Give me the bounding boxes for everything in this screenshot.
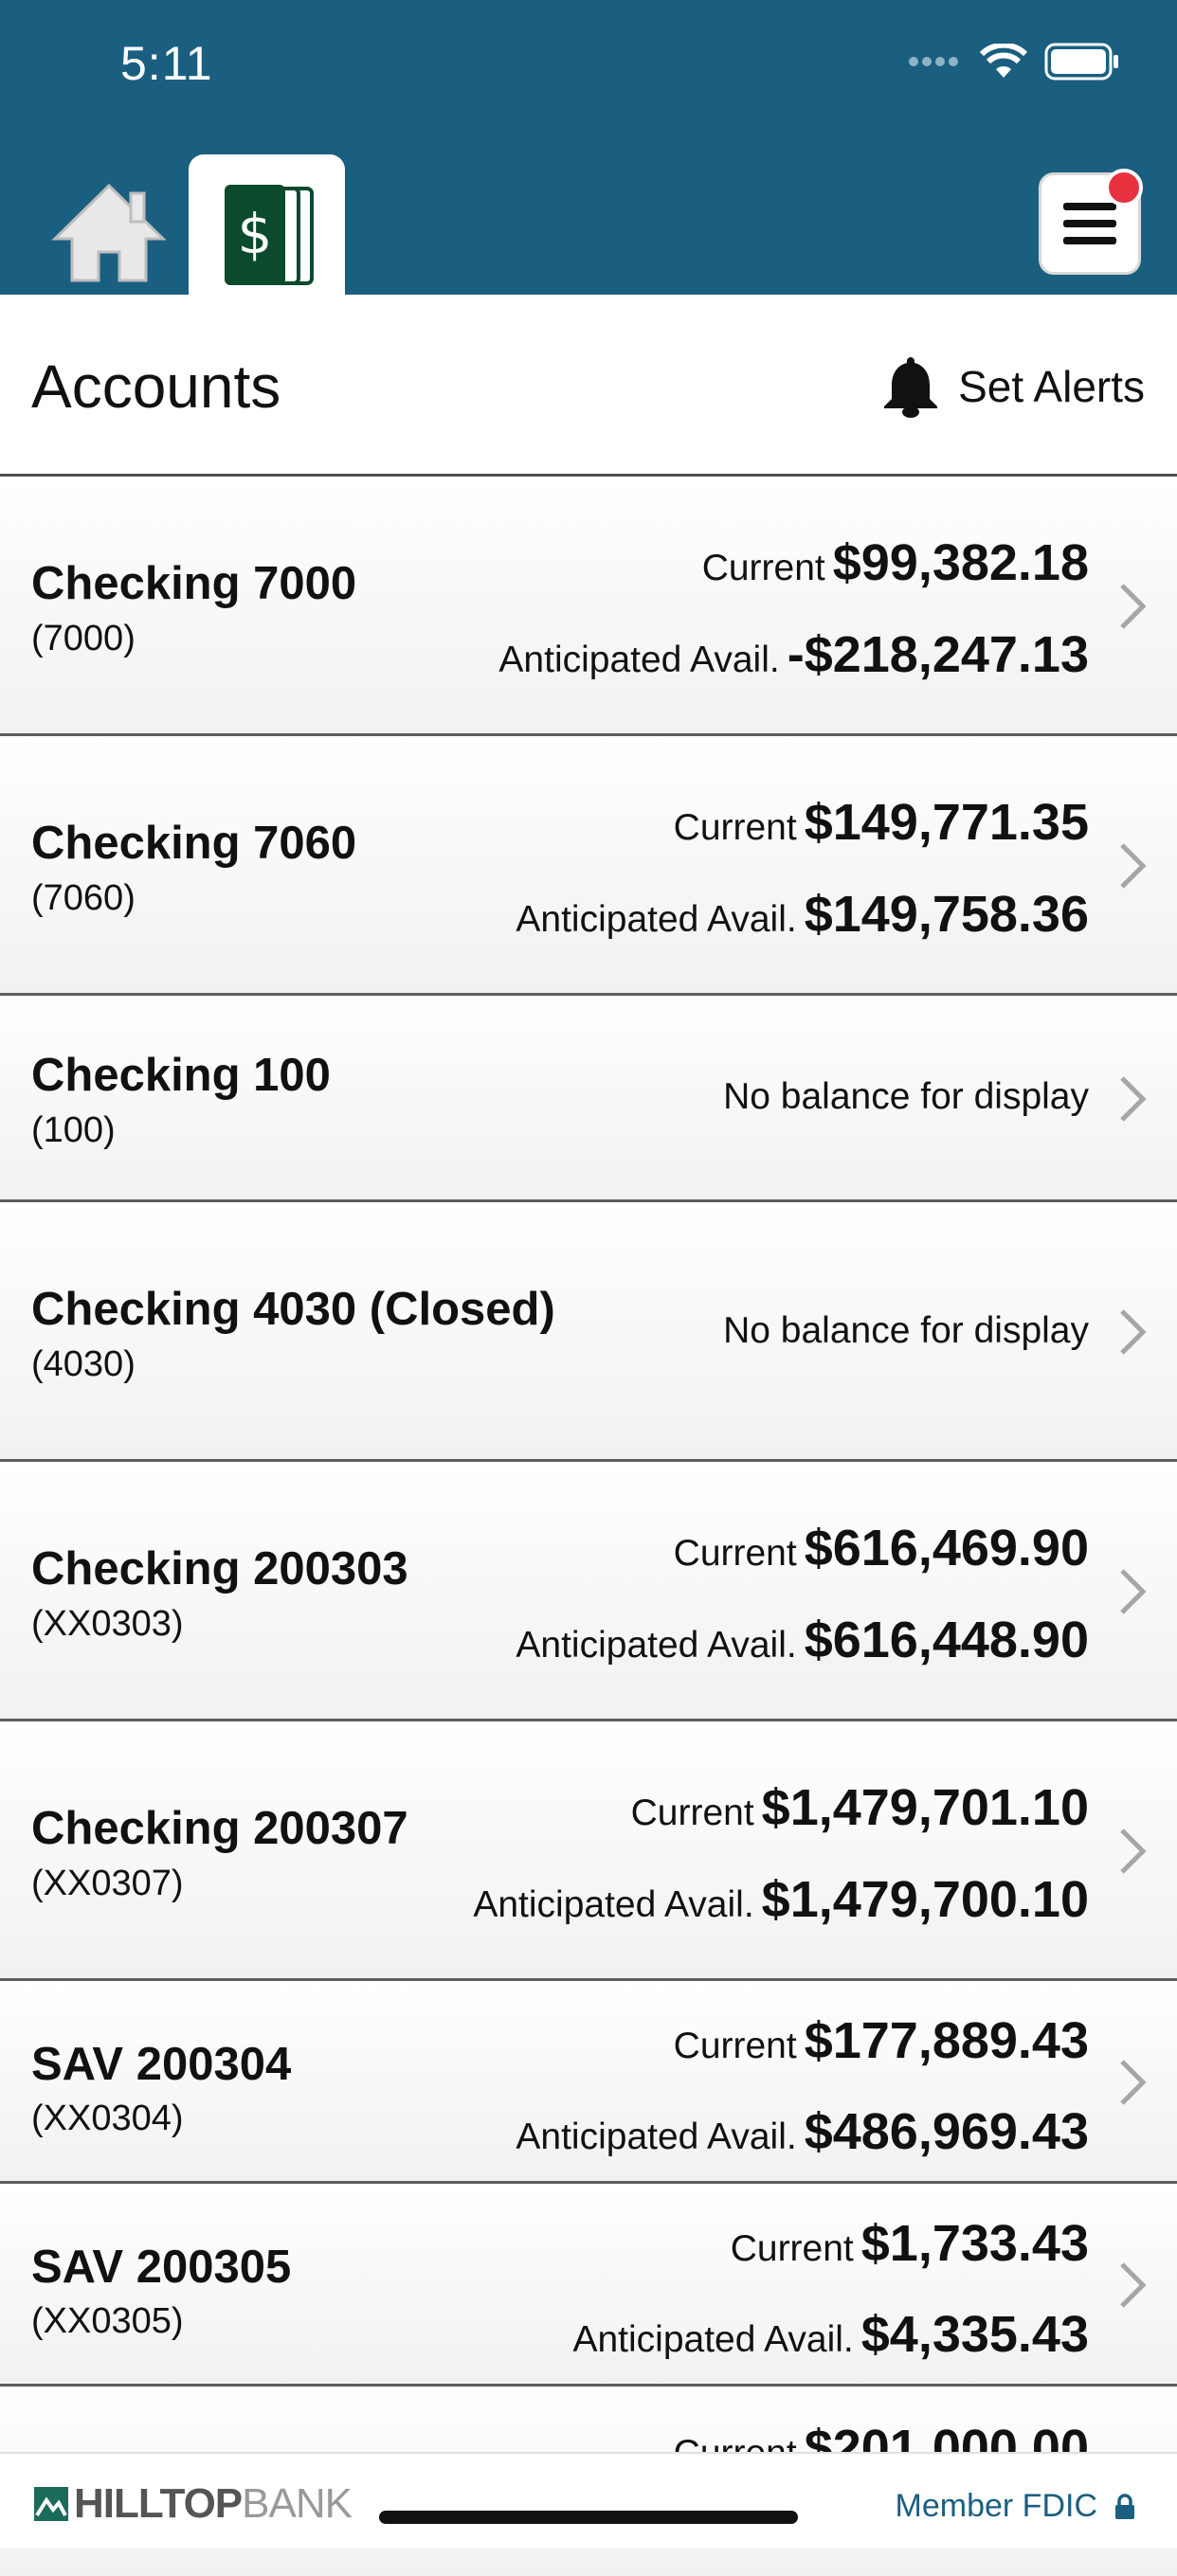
account-row-checking-7060[interactable]: Checking 7060 (7060) Current $149,771.35…	[0, 736, 1177, 996]
account-name: Checking 4030 (Closed)	[31, 1284, 555, 1335]
account-name: Checking 7000	[31, 558, 357, 609]
current-balance: Current $177,889.43	[674, 2011, 1089, 2070]
hilltop-logo-icon	[34, 2487, 68, 2521]
chevron-right-icon	[1120, 1569, 1147, 1614]
current-amount: $99,382.18	[832, 534, 1089, 591]
account-name: Checking 200303	[31, 1543, 408, 1594]
current-label: Current	[730, 2228, 854, 2269]
account-name: Checking 100	[31, 1050, 331, 1101]
anticipated-label: Anticipated Avail.	[516, 2117, 797, 2157]
account-row-checking-100[interactable]: Checking 100 (100) No balance for displa…	[0, 996, 1177, 1202]
set-alerts-label: Set Alerts	[958, 362, 1145, 411]
signal-icon	[909, 57, 958, 66]
anticipated-amount: $149,758.36	[804, 886, 1089, 943]
account-number: (7060)	[31, 878, 136, 918]
no-balance-text: No balance for display	[723, 1076, 1089, 1117]
menu-icon	[1063, 203, 1116, 244]
account-number: (XX0305)	[31, 2301, 184, 2341]
current-balance: Current $1,733.43	[731, 2214, 1089, 2273]
current-label: Current	[673, 2026, 797, 2066]
account-row-sav-200305[interactable]: SAV 200305 (XX0305) Current $1,733.43 An…	[0, 2184, 1177, 2387]
status-icons	[908, 42, 1120, 81]
account-row-sav-200304[interactable]: SAV 200304 (XX0304) Current $177,889.43 …	[0, 1981, 1177, 2184]
page-title: Accounts	[31, 352, 281, 421]
anticipated-balance: Anticipated Avail. $4,335.43	[572, 2305, 1089, 2364]
account-name: Checking 7060	[31, 818, 357, 869]
home-indicator[interactable]	[379, 2511, 798, 2524]
lock-icon	[1115, 2493, 1134, 2519]
current-label: Current	[673, 1533, 797, 1574]
anticipated-amount: $1,479,700.10	[761, 1871, 1089, 1928]
current-balance: Current $1,479,701.10	[631, 1778, 1089, 1837]
anticipated-amount: -$218,247.13	[787, 626, 1089, 683]
status-time: 5:11	[120, 37, 213, 90]
set-alerts-button[interactable]: Set Alerts	[880, 353, 1145, 420]
tab-home[interactable]	[49, 180, 169, 284]
anticipated-balance: Anticipated Avail. $616,448.90	[516, 1611, 1089, 1669]
anticipated-label: Anticipated Avail.	[498, 639, 780, 680]
accounts-list: Checking 7000 (7000) Current $99,382.18 …	[0, 477, 1177, 2576]
chevron-right-icon	[1120, 1828, 1147, 1874]
page-title-bar: Accounts Set Alerts	[0, 295, 1177, 477]
account-number: (100)	[31, 1110, 116, 1150]
anticipated-amount: $4,335.43	[860, 2306, 1089, 2363]
chevron-right-icon	[1120, 1309, 1147, 1355]
account-row-checking-4030[interactable]: Checking 4030 (Closed) (4030) No balance…	[0, 1202, 1177, 1462]
current-label: Current	[701, 548, 825, 588]
current-balance: Current $149,771.35	[674, 793, 1089, 852]
account-name: SAV 200305	[31, 2242, 292, 2293]
dollar-icon: $	[225, 185, 314, 285]
anticipated-label: Anticipated Avail.	[516, 899, 797, 940]
tab-accounts[interactable]: $	[189, 154, 345, 295]
logo-text-light: BANK	[242, 2480, 353, 2527]
anticipated-balance: Anticipated Avail. $486,969.43	[516, 2102, 1089, 2161]
account-number: (XX0304)	[31, 2099, 184, 2138]
anticipated-label: Anticipated Avail.	[516, 1625, 797, 1666]
anticipated-balance: Anticipated Avail. $1,479,700.10	[473, 1870, 1089, 1929]
member-fdic: Member FDIC	[896, 2488, 1135, 2525]
account-number: (7000)	[31, 619, 136, 658]
chevron-right-icon	[1120, 2060, 1147, 2105]
account-number: (4030)	[31, 1344, 136, 1384]
fdic-label: Member FDIC	[895, 2488, 1097, 2524]
bank-logo: HILLTOPBANK	[34, 2480, 353, 2528]
anticipated-balance: Anticipated Avail. -$218,247.13	[498, 625, 1089, 684]
current-amount: $616,469.90	[804, 1520, 1089, 1576]
battery-icon	[1044, 43, 1118, 81]
current-balance: Current $616,469.90	[674, 1519, 1089, 1577]
svg-text:$: $	[238, 202, 273, 266]
chevron-right-icon	[1120, 1076, 1147, 1122]
current-amount: $1,733.43	[860, 2215, 1089, 2272]
current-amount: $1,479,701.10	[761, 1779, 1089, 1836]
app-header: 5:11 $	[0, 0, 1177, 295]
bell-icon	[884, 357, 938, 418]
anticipated-amount: $486,969.43	[804, 2103, 1089, 2160]
notification-badge	[1105, 169, 1143, 207]
footer-bar: HILLTOPBANK Member FDIC	[0, 2452, 1177, 2549]
account-row-checking-200303[interactable]: Checking 200303 (XX0303) Current $616,46…	[0, 1462, 1177, 1721]
account-number: (XX0303)	[31, 1604, 184, 1644]
account-row-checking-7000[interactable]: Checking 7000 (7000) Current $99,382.18 …	[0, 477, 1177, 736]
anticipated-label: Anticipated Avail.	[473, 1884, 754, 1925]
wifi-icon	[980, 44, 1027, 78]
current-label: Current	[630, 1792, 754, 1833]
account-name: SAV 200304	[31, 2039, 292, 2090]
chevron-right-icon	[1120, 2262, 1147, 2308]
chevron-right-icon	[1120, 843, 1147, 889]
home-icon	[51, 183, 167, 282]
logo-text-bold: HILLTOP	[74, 2480, 243, 2527]
current-label: Current	[673, 807, 797, 848]
anticipated-balance: Anticipated Avail. $149,758.36	[516, 885, 1089, 944]
anticipated-amount: $616,448.90	[804, 1612, 1089, 1668]
account-name: Checking 200307	[31, 1803, 408, 1854]
chevron-right-icon	[1120, 584, 1147, 629]
account-number: (XX0307)	[31, 1864, 184, 1903]
anticipated-label: Anticipated Avail.	[572, 2319, 854, 2360]
no-balance-text: No balance for display	[723, 1310, 1089, 1351]
current-amount: $149,771.35	[804, 794, 1089, 851]
account-row-checking-200307[interactable]: Checking 200307 (XX0307) Current $1,479,…	[0, 1721, 1177, 1981]
current-amount: $177,889.43	[804, 2012, 1089, 2069]
current-balance: Current $99,382.18	[702, 533, 1089, 592]
